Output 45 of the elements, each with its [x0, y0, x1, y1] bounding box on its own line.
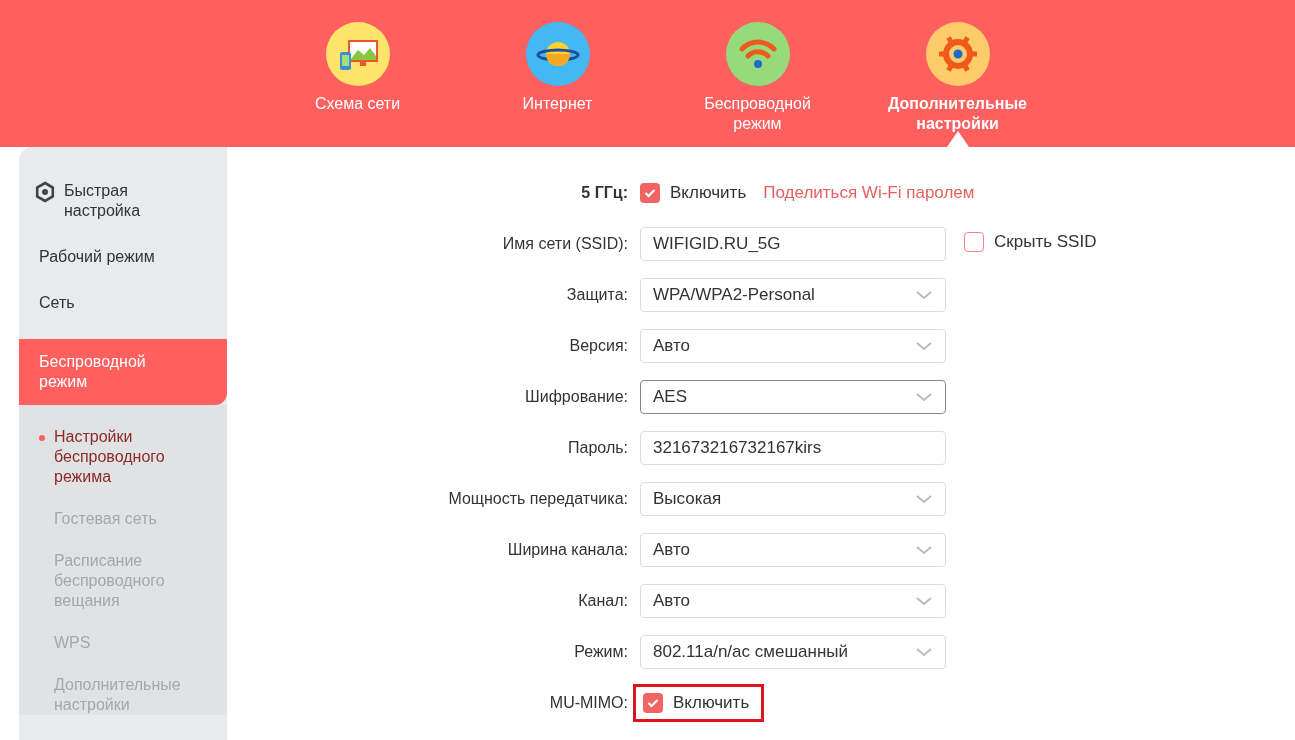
text-field[interactable]: WIFIGID.RU_5G	[640, 226, 946, 261]
chevron-icon	[915, 646, 933, 657]
chevron-icon	[915, 289, 933, 300]
checkbox-label: Скрыть SSID	[994, 231, 1097, 252]
field-label: Ширина канала:	[506, 540, 629, 559]
chevron-icon	[915, 391, 933, 402]
chevron-icon	[915, 544, 933, 555]
monitor-phone-icon	[325, 22, 390, 86]
chevron-icon	[915, 340, 933, 351]
field-label: Канал:	[577, 591, 629, 610]
planet-icon	[525, 22, 590, 86]
chevron-icon	[915, 493, 933, 504]
checkmark-icon	[647, 697, 659, 708]
checkbox[interactable]	[643, 692, 663, 713]
field-label: Мощность передатчика:	[447, 489, 629, 508]
checkbox-label: Включить	[673, 692, 750, 713]
dropdown[interactable]: AES	[640, 379, 946, 414]
sidebar-item[interactable]: Сеть	[19, 293, 227, 313]
dropdown[interactable]: WPA/WPA2-Personal	[640, 277, 946, 312]
text-field[interactable]: 321673216732167kirs	[640, 430, 946, 465]
checkbox-label: Включить	[670, 182, 747, 203]
submenu-item[interactable]: Настройки беспроводного режима	[19, 427, 227, 487]
checkbox[interactable]	[964, 231, 984, 252]
dropdown[interactable]: Авто	[640, 532, 946, 567]
dropdown[interactable]: 802.11a/n/ac смешанный	[640, 634, 946, 669]
checkbox-option-highlight[interactable]: Включить	[633, 683, 765, 722]
gear-icon	[34, 181, 56, 203]
dropdown[interactable]: Высокая	[640, 481, 946, 516]
dropdown[interactable]: Авто	[640, 583, 946, 618]
field-label: Версия:	[568, 336, 629, 355]
checkbox[interactable]	[640, 182, 660, 203]
field-label: Защита:	[565, 285, 629, 304]
field-label: Имя сети (SSID):	[501, 234, 629, 253]
field-label: Режим:	[573, 642, 629, 661]
checkmark-icon	[644, 187, 656, 198]
dropdown[interactable]: Авто	[640, 328, 946, 363]
field-label: 5 ГГц:	[580, 183, 629, 202]
field-label: Пароль:	[567, 438, 629, 457]
wifi-icon	[725, 22, 790, 86]
field-label: Шифрование:	[524, 387, 629, 406]
gear-icon	[925, 22, 990, 86]
sidebar-item[interactable]: Рабочий режим	[19, 247, 227, 267]
chevron-icon	[915, 595, 933, 606]
sidebar-item[interactable]: Быстрая настройка	[19, 181, 227, 221]
field-label: MU-MIMO:	[548, 693, 629, 712]
